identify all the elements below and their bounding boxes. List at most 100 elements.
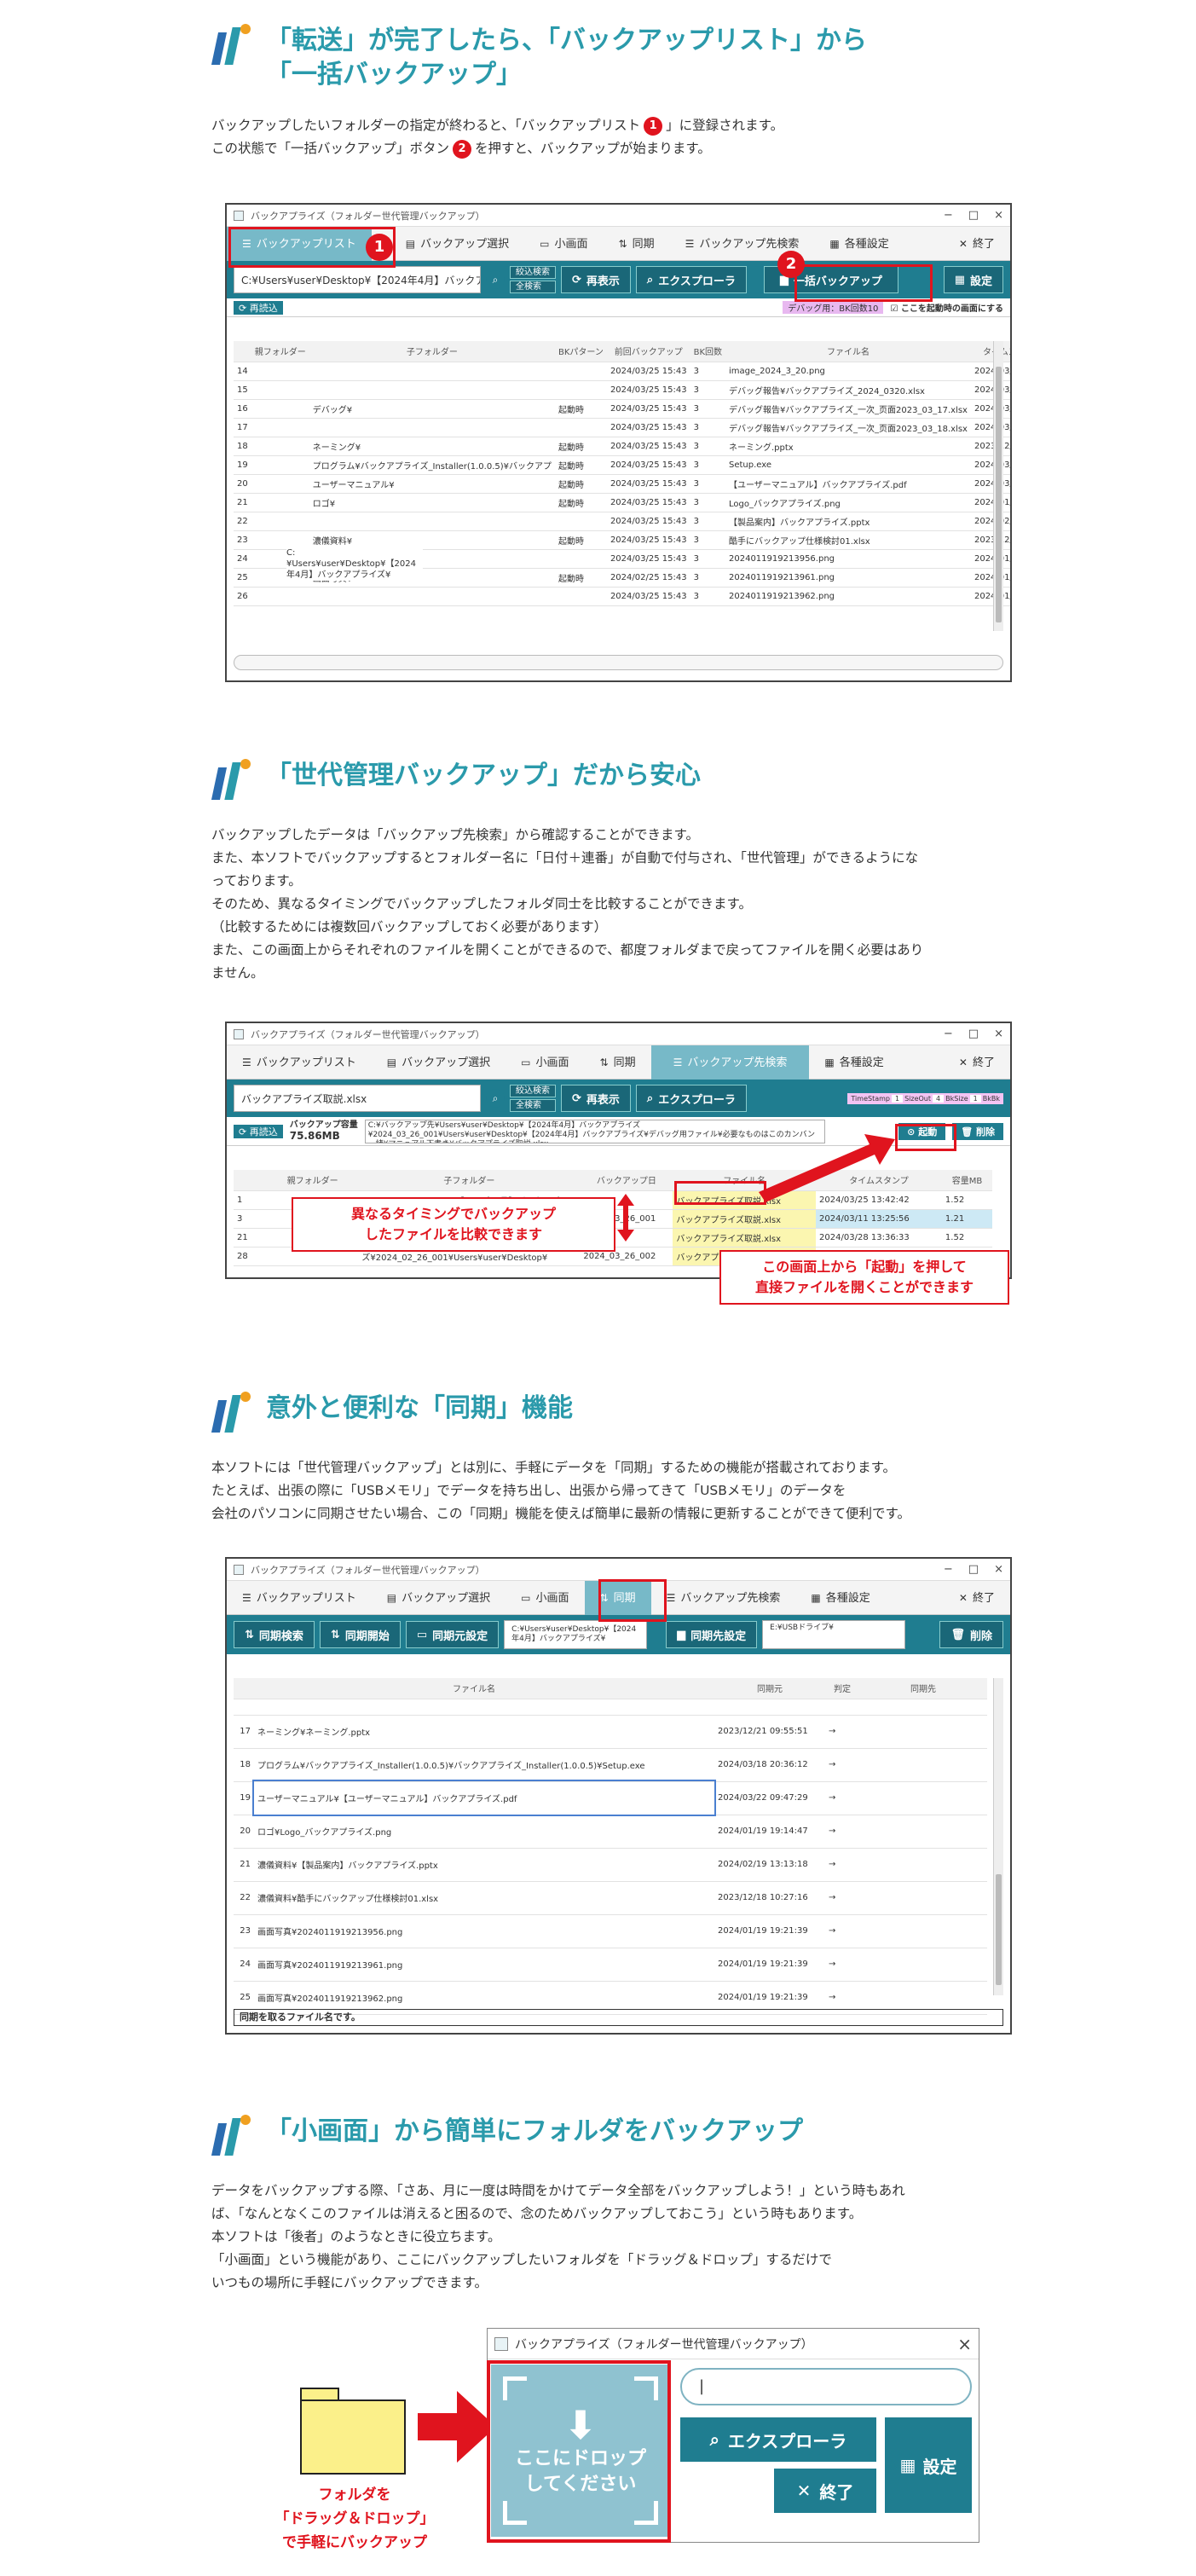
- maximize-button[interactable]: □: [968, 1028, 979, 1040]
- filter-fields[interactable]: TimeStamp 1 SizeOut 4 BkSize 1 BkBk: [847, 1092, 1003, 1104]
- tab-settings[interactable]: ▦ 各種設定: [795, 1581, 885, 1615]
- table-row[interactable]: 21 濃儀資料¥【製品案内】バックアプライズ.pptx 2024/02/19 13:…: [234, 1848, 987, 1882]
- table-row[interactable]: 19 ユーザーマニュアル¥【ユーザーマニュアル】バックアプライズ.pdf 2024/…: [234, 1780, 987, 1816]
- reshow-button[interactable]: ⟳ 再表示: [561, 1085, 631, 1112]
- table-row[interactable]: 20 ユーザーマニュアル¥ 起動時 2024/03/25 15:43 3 【ユーザーマニュ…: [234, 474, 1010, 494]
- tab-backup-select[interactable]: ▤ バックアップ選択: [372, 1045, 506, 1080]
- column-header[interactable]: 同期元: [714, 1678, 825, 1699]
- table-row[interactable]: 17 2024/03/25 15:43 3 デバッグ報告¥バックアプライズ_一次_页面…: [234, 418, 1010, 437]
- path-input[interactable]: |: [680, 2368, 972, 2405]
- column-header[interactable]: [234, 1170, 267, 1191]
- path-input[interactable]: C:¥Users¥user¥Desktop¥【2024年4月】バックアプ: [234, 266, 481, 293]
- source-path-field[interactable]: C:¥Users¥user¥Desktop¥【2024年4月】バックアプライズ¥: [504, 1620, 648, 1649]
- table-row[interactable]: 26 2024/03/25 15:4332024011919213962.png2…: [234, 587, 1010, 606]
- tab-backup-list[interactable]: ☰ バックアップリスト: [227, 1045, 372, 1080]
- column-header[interactable]: 容量MB: [941, 1170, 992, 1191]
- dest-path-field[interactable]: E:¥USBドライブ¥: [762, 1620, 906, 1649]
- table-cell: Logo_バックアプライズ.png: [725, 493, 971, 512]
- reload-button[interactable]: ⟳ 再読込: [234, 300, 283, 315]
- close-button[interactable]: ×: [994, 1563, 1003, 1576]
- tab-exit[interactable]: ✕ 終了: [944, 1581, 1010, 1615]
- column-header[interactable]: 前回バックアップ: [606, 341, 690, 362]
- tab-settings[interactable]: ▦ 各種設定: [809, 1045, 898, 1080]
- column-header[interactable]: BK回数: [690, 341, 725, 362]
- column-header[interactable]: 親フォルダー: [251, 341, 309, 362]
- sync-start-button[interactable]: ⇅ 同期開始: [319, 1621, 401, 1648]
- table-row[interactable]: 22 2024/03/25 15:433【製品案内】バックアプライズ.pptx20…: [234, 512, 1010, 531]
- search-input[interactable]: バックアプライズ取説.xlsx: [234, 1085, 481, 1112]
- table-scrollbar[interactable]: [993, 1678, 1003, 1995]
- minimize-button[interactable]: −: [944, 1563, 953, 1576]
- table-row[interactable]: 24 画面写真¥2024011919213961.png 2024/01/19 19…: [234, 1948, 987, 1982]
- filter-search-button[interactable]: 絞込検索: [510, 1085, 556, 1097]
- highlight-sync-tab: [598, 1579, 667, 1622]
- table-row[interactable]: 18 ネーミング¥起動時2024/03/25 15:433ネーミング.pptx20…: [234, 437, 1010, 456]
- tab-sync[interactable]: ⇅ 同期: [585, 1045, 651, 1080]
- sync-search-button[interactable]: ⇅ 同期検索: [234, 1621, 315, 1648]
- tab-backup-list[interactable]: ☰ バックアップリスト: [227, 1581, 372, 1615]
- column-header[interactable]: バックアップ日: [580, 1170, 673, 1191]
- table-row[interactable]: 20 ロゴ¥Logo_バックアプライズ.png 2024/01/19 19:14:4…: [234, 1815, 987, 1849]
- tab-small-window[interactable]: ▭ 小画面: [524, 227, 603, 261]
- table-row[interactable]: 14 2024/03/25 15:433image_2024_3_20.png20…: [234, 362, 1010, 381]
- table-row[interactable]: 23 画面写真¥2024011919213956.png 2024/01/19 19…: [234, 1914, 987, 1948]
- column-header[interactable]: 子フォルダー: [358, 1170, 581, 1191]
- delete-button[interactable]: 🗑 削除: [939, 1621, 1003, 1648]
- tab-exit[interactable]: ✕ 終了: [944, 1045, 1010, 1080]
- tab-settings[interactable]: ▦ 各種設定: [814, 227, 904, 261]
- table-row[interactable]: 23 濃儀資料¥ 起動時 2024/03/25 15:43 3 酷手にバックアップ仕様検討…: [234, 530, 1010, 550]
- tab-small-window[interactable]: ▭ 小画面: [506, 1045, 584, 1080]
- close-button[interactable]: ×: [994, 209, 1003, 222]
- tab-small-window[interactable]: ▭ 小画面: [506, 1581, 584, 1615]
- table-row[interactable]: 18 プログラム¥バックアプライズ_Installer(1.0.0.5)¥バックア…: [234, 1748, 987, 1782]
- maximize-button[interactable]: □: [968, 1563, 979, 1576]
- delete-button[interactable]: 🗑 削除: [952, 1122, 1003, 1140]
- column-header[interactable]: ファイル名: [234, 1678, 714, 1699]
- table-cell: 1.21: [941, 1209, 992, 1229]
- explorer-button[interactable]: ⌕ エクスプローラ: [635, 266, 747, 293]
- search-icon[interactable]: ⌕: [486, 270, 505, 289]
- search-icon[interactable]: ⌕: [486, 1089, 505, 1108]
- tab-backup-search[interactable]: ☰ バックアップ先検索: [651, 1581, 796, 1615]
- sync-source-button[interactable]: ▭ 同期元設定: [405, 1621, 500, 1648]
- exit-button[interactable]: ✕ 終了: [774, 2469, 876, 2513]
- horizontal-scrollbar[interactable]: [234, 655, 1003, 670]
- close-button[interactable]: ×: [957, 2334, 972, 2354]
- column-header[interactable]: BKパターン: [555, 341, 607, 362]
- all-search-button[interactable]: 全検索: [510, 281, 556, 293]
- table-row[interactable]: 16 デバッグ¥ 起動時 2024/03/25 15:43 3 デバッグ報告¥バックアプラ…: [234, 399, 1010, 419]
- table-scrollbar[interactable]: [993, 341, 1003, 631]
- column-header[interactable]: 判定: [825, 1678, 859, 1699]
- table-row[interactable]: 15 2024/03/25 15:43 3 デバッグ報告¥バックアプライズ_2024_…: [234, 380, 1010, 400]
- table-row[interactable]: 19 プログラム¥バックアプライズ_Installer(1.0.0.5)¥バックア…: [234, 455, 1010, 475]
- reload-button[interactable]: ⟳ 再読込: [234, 1124, 283, 1138]
- all-search-button[interactable]: 全検索: [510, 1099, 556, 1112]
- reshow-button[interactable]: ⟳ 再表示: [561, 266, 631, 293]
- filter-search-button[interactable]: 絞込検索: [510, 266, 556, 279]
- column-header[interactable]: ファイル名: [725, 341, 971, 362]
- explorer-button[interactable]: ⌕ エクスプローラ: [635, 1085, 747, 1112]
- column-header[interactable]: タイムスタンプ: [970, 341, 1010, 362]
- tab-exit[interactable]: ✕ 終了: [944, 227, 1010, 261]
- minimize-button[interactable]: −: [944, 209, 953, 222]
- table-row[interactable]: 22 濃儀資料¥酷手にバックアップ仕様検討01.xlsx 2023/12/18 10…: [234, 1881, 987, 1915]
- column-header[interactable]: 同期先: [859, 1678, 987, 1699]
- startup-checkbox[interactable]: ☑ ここを起動時の画面にする: [890, 301, 1003, 314]
- close-button[interactable]: ×: [994, 1028, 1003, 1040]
- maximize-button[interactable]: □: [968, 209, 979, 222]
- list-icon: ☰: [685, 237, 695, 250]
- column-header[interactable]: [234, 341, 251, 362]
- column-header[interactable]: 親フォルダー: [266, 1170, 359, 1191]
- settings-button[interactable]: ▦ 設定: [885, 2417, 972, 2513]
- table-row[interactable]: 21 ロゴ¥ 起動時 2024/03/25 15:43 3 Logo_バックアプライズ.p…: [234, 493, 1010, 512]
- settings-button[interactable]: ▦ 設定: [943, 266, 1003, 293]
- tab-backup-select[interactable]: ▤ バックアップ選択: [372, 1581, 506, 1615]
- tab-backup-search[interactable]: ☰ バックアップ先検索: [650, 1045, 810, 1080]
- table-row[interactable]: 17 ネーミング¥ネーミング.pptx 2023/12/21 09:55:51 →: [234, 1715, 987, 1749]
- sync-dest-button[interactable]: ▆ 同期先設定: [666, 1621, 758, 1648]
- tab-sync[interactable]: ⇅ 同期: [604, 227, 670, 261]
- table-cell: 23: [234, 530, 251, 550]
- column-header[interactable]: 子フォルダー: [309, 341, 556, 362]
- explorer-button[interactable]: ⌕ エクスプローラ: [680, 2417, 876, 2462]
- minimize-button[interactable]: −: [944, 1028, 953, 1040]
